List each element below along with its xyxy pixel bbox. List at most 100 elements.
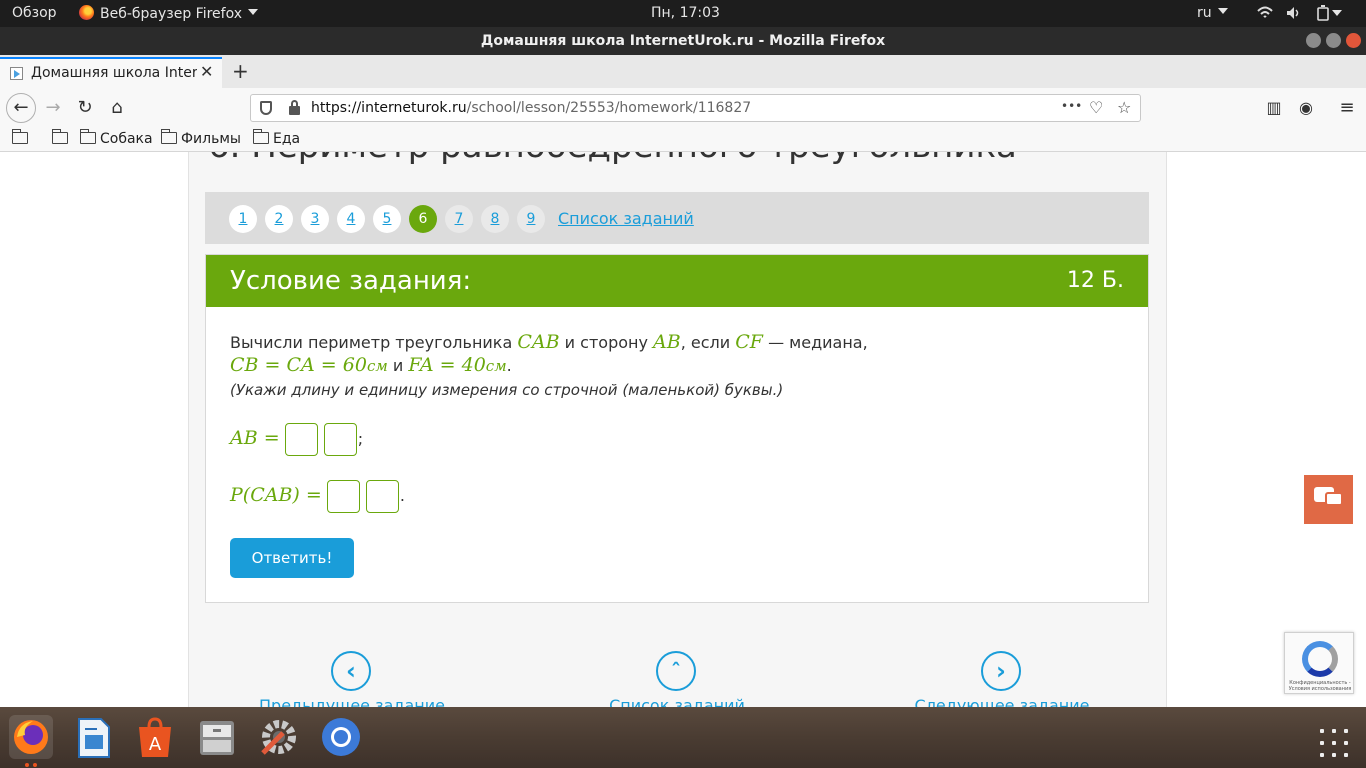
menu-icon[interactable]: ≡ <box>1334 95 1360 121</box>
language-label: ru <box>1197 5 1212 21</box>
back-button[interactable]: ← <box>6 93 36 123</box>
bookmark-folder-unnamed[interactable] <box>11 129 32 147</box>
task-points: 12 Б. <box>1066 268 1124 293</box>
software-center-dock-icon[interactable]: A <box>133 715 177 759</box>
pocket-icon[interactable]: ♡ <box>1089 98 1103 117</box>
pager-item-4[interactable]: 4 <box>337 205 365 233</box>
task-header: Условие задания: 12 Б. <box>206 255 1148 307</box>
volume-icon[interactable] <box>1286 6 1302 20</box>
pager-item-6[interactable]: 6 <box>409 205 437 233</box>
answer-label: P(CAB) = <box>230 484 322 506</box>
folder-icon <box>79 129 96 144</box>
firefox-dock-icon[interactable] <box>9 715 53 759</box>
url-text[interactable]: https://interneturok.ru/school/lesson/25… <box>311 100 751 116</box>
divider <box>1166 152 1167 707</box>
pager-item-5[interactable]: 5 <box>373 205 401 233</box>
language-menu[interactable]: ru <box>1197 5 1228 21</box>
answer-row-ab: AB = ; <box>230 423 363 456</box>
pager-item-2[interactable]: 2 <box>265 205 293 233</box>
close-window-button[interactable] <box>1346 33 1361 48</box>
dock: A <box>0 707 1366 768</box>
minimize-button[interactable] <box>1306 33 1321 48</box>
pager-item-1[interactable]: 1 <box>229 205 257 233</box>
system-menu-chevron-icon[interactable] <box>1332 10 1342 16</box>
system-top-bar: Обзор Веб-браузер Firefox Пн, 17:03 ru <box>0 0 1366 27</box>
window-title-bar: Домашняя школа InternetUrok.ru - Mozilla… <box>0 27 1366 55</box>
bookmark-label: Еда <box>273 131 301 147</box>
next-task-button[interactable]: › <box>981 651 1021 691</box>
library-icon[interactable]: ▥ <box>1261 95 1287 121</box>
recaptcha-badge[interactable]: Конфиденциальность - Условия использован… <box>1284 632 1354 694</box>
recaptcha-text: Конфиденциальность - Условия использован… <box>1288 680 1352 692</box>
clock[interactable]: Пн, 17:03 <box>651 5 720 21</box>
divider <box>188 152 189 707</box>
bookmark-label: Фильмы <box>181 131 241 147</box>
chromium-dock-icon[interactable] <box>319 715 363 759</box>
account-icon[interactable]: ◉ <box>1293 95 1319 121</box>
firefox-icon <box>79 5 94 20</box>
maximize-button[interactable] <box>1326 33 1341 48</box>
app-menu[interactable]: Веб-браузер Firefox <box>79 5 259 22</box>
window-title: Домашняя школа InternetUrok.ru - Mozilla… <box>480 33 886 49</box>
writer-dock-icon[interactable] <box>71 715 115 759</box>
favicon-icon <box>10 67 23 80</box>
svg-text:A: A <box>149 734 162 755</box>
task-list-label[interactable]: Список заданий <box>609 696 745 707</box>
task-header-title: Условие задания: <box>230 266 472 296</box>
answer-ab-unit-input[interactable] <box>323 423 357 456</box>
bookmarks-bar: Собака Фильмы Еда <box>0 128 1366 152</box>
reload-button[interactable]: ↻ <box>72 95 98 121</box>
task-card: Условие задания: 12 Б. Вычисли периметр … <box>205 254 1149 603</box>
running-indicator <box>33 763 37 767</box>
chat-button[interactable] <box>1304 475 1353 524</box>
answer-row-perimeter: P(CAB) = . <box>230 480 405 513</box>
tracking-shield-icon[interactable] <box>260 101 272 115</box>
lesson-heading: 6. Периметр равнобедренного треугольника <box>208 152 1017 166</box>
files-dock-icon[interactable] <box>195 715 239 759</box>
chevron-down-icon <box>1217 8 1228 14</box>
folder-icon <box>160 129 177 144</box>
pager-item-3[interactable]: 3 <box>301 205 329 233</box>
task-pager: 1 2 3 4 5 6 7 8 9 Список заданий <box>205 192 1149 244</box>
activities-button[interactable]: Обзор <box>12 5 57 21</box>
show-applications-icon[interactable] <box>1320 729 1350 759</box>
lock-icon[interactable] <box>289 100 300 115</box>
home-button[interactable]: ⌂ <box>104 95 130 121</box>
task-hint: (Укажи длину и единицу измерения со стро… <box>230 381 784 399</box>
answer-perimeter-value-input[interactable] <box>326 480 360 513</box>
task-list-button[interactable]: ˆ <box>656 651 696 691</box>
bookmark-label: Собака <box>100 131 153 147</box>
answer-ab-value-input[interactable] <box>284 423 318 456</box>
bookmark-folder-eda[interactable]: Еда <box>252 129 301 147</box>
browser-tab[interactable]: Домашняя школа InternetUrok.ru ✕ <box>0 57 222 88</box>
next-task-label[interactable]: Следующее задание <box>915 696 1090 707</box>
bookmark-folder-unnamed-2[interactable] <box>51 129 72 147</box>
task-list-link[interactable]: Список заданий <box>558 209 694 228</box>
new-tab-icon[interactable]: + <box>232 59 249 83</box>
folder-icon <box>252 129 269 144</box>
task-statement-line-2: CB = CA = 60см и FA = 40см. <box>230 354 512 376</box>
address-bar[interactable]: https://interneturok.ru/school/lesson/25… <box>250 94 1141 122</box>
wifi-icon[interactable] <box>1257 6 1273 20</box>
bookmark-folder-sobaka[interactable]: Собака <box>79 129 153 147</box>
settings-dock-icon[interactable] <box>257 715 301 759</box>
submit-answer-button[interactable]: Ответить! <box>230 538 354 578</box>
bookmark-folder-filmy[interactable]: Фильмы <box>160 129 241 147</box>
power-icon[interactable] <box>1315 5 1331 22</box>
tab-strip: Домашняя школа InternetUrok.ru ✕ + <box>0 55 1366 88</box>
tab-title: Домашняя школа InternetUrok.ru <box>31 65 197 81</box>
running-indicator <box>25 763 29 767</box>
pager-item-7[interactable]: 7 <box>445 205 473 233</box>
recaptcha-icon <box>1302 641 1338 677</box>
page-actions-icon[interactable]: ••• <box>1061 99 1082 113</box>
pager-item-8[interactable]: 8 <box>481 205 509 233</box>
pager-item-9[interactable]: 9 <box>517 205 545 233</box>
prev-task-button[interactable]: ‹ <box>331 651 371 691</box>
folder-icon <box>11 129 28 144</box>
close-tab-icon[interactable]: ✕ <box>200 62 213 81</box>
forward-button[interactable]: → <box>40 95 66 121</box>
page-viewport[interactable]: 6. Периметр равнобедренного треугольника… <box>0 152 1366 707</box>
bookmark-star-icon[interactable]: ☆ <box>1117 98 1131 117</box>
prev-task-label[interactable]: Предыдущее задание <box>259 696 445 707</box>
answer-perimeter-unit-input[interactable] <box>365 480 399 513</box>
